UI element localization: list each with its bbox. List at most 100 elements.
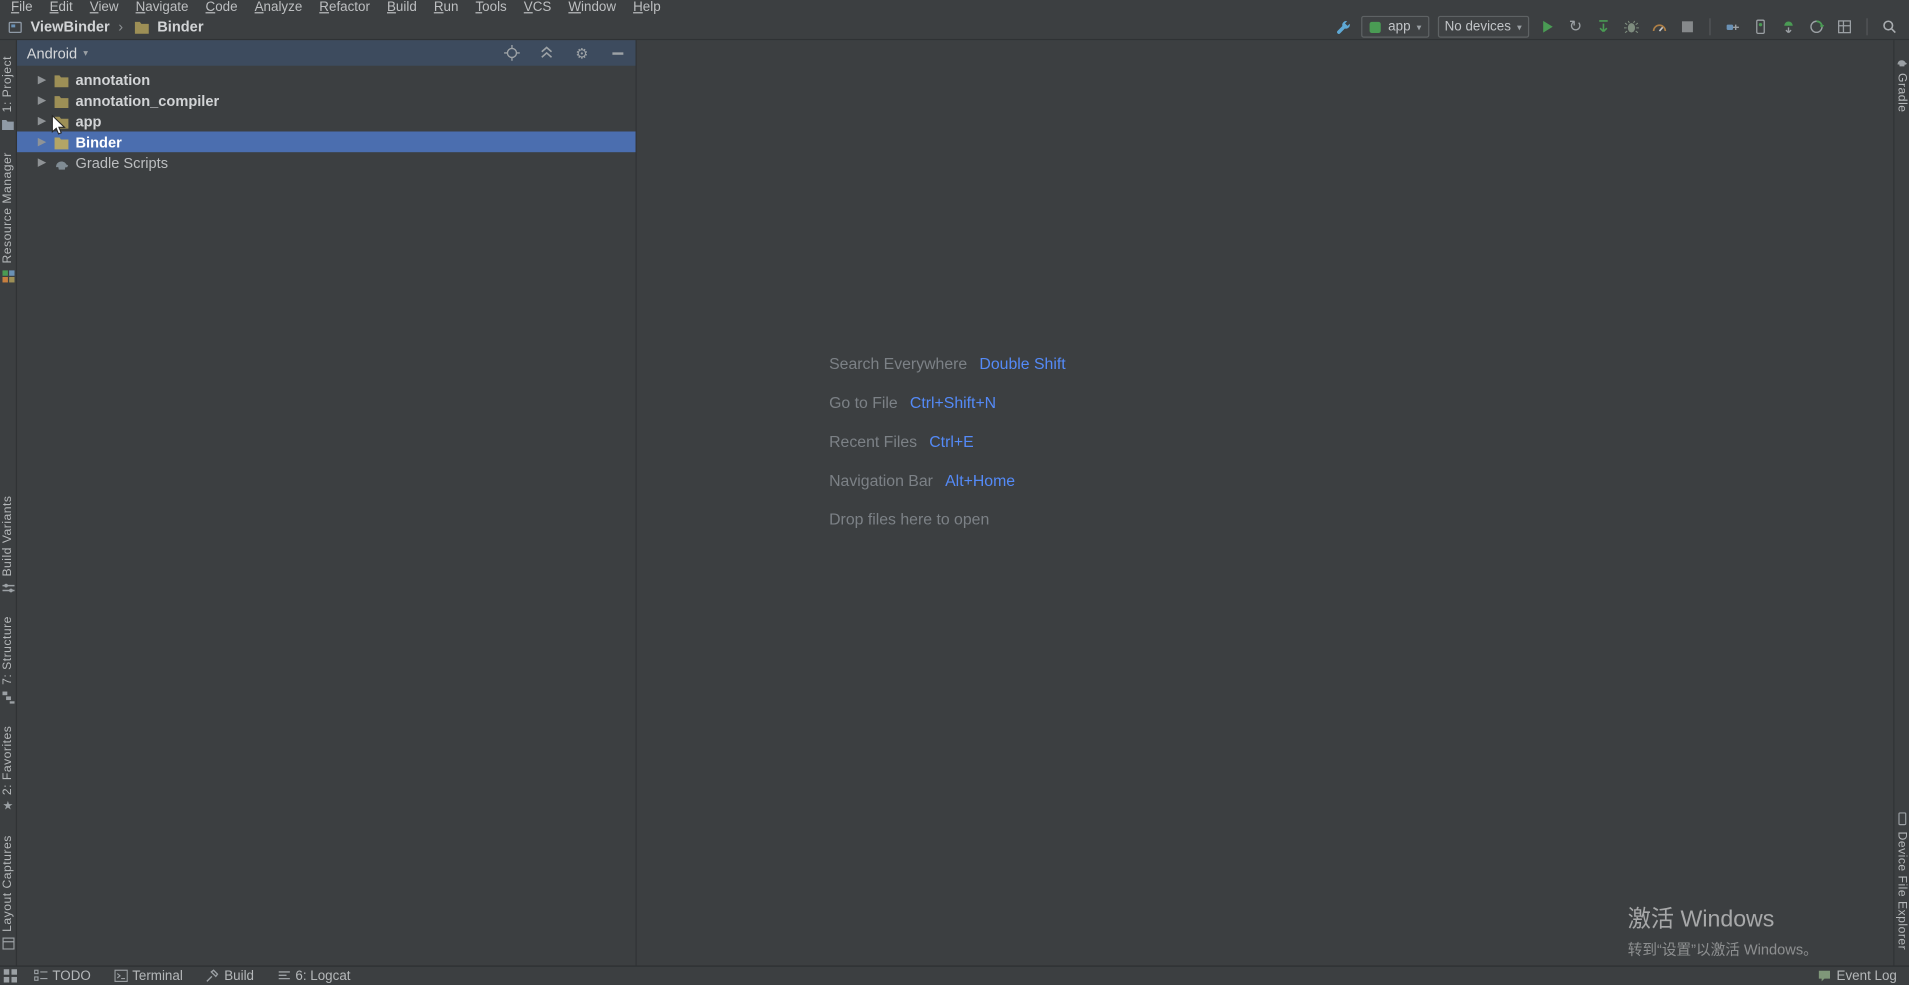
event-log-icon	[1818, 969, 1831, 982]
statusbar-label: Build	[224, 968, 255, 984]
logcat-icon	[277, 969, 290, 982]
menu-help[interactable]: Help	[625, 0, 670, 15]
menu-code[interactable]: Code	[197, 0, 246, 15]
menu-file[interactable]: File	[2, 0, 41, 15]
chevron-right-icon[interactable]: ▶	[37, 156, 48, 169]
menu-vcs[interactable]: VCS	[515, 0, 560, 15]
resource-manager-icon	[1, 269, 15, 283]
status-bar: TODO Terminal Build 6: Logcat Event Log	[0, 965, 1909, 984]
menu-view[interactable]: View	[81, 0, 127, 15]
profile-icon[interactable]	[1650, 17, 1669, 36]
wrench-icon[interactable]	[1333, 17, 1352, 36]
hint-shortcut: Double Shift	[979, 354, 1066, 373]
tree-row-annotation[interactable]: ▶ annotation	[17, 69, 635, 90]
gradle-elephant-icon	[1897, 60, 1907, 67]
gradle-sync-icon[interactable]	[1807, 17, 1826, 36]
layout-captures-icon	[1, 937, 15, 950]
rerun-icon[interactable]: ↻	[1566, 17, 1585, 36]
hide-panel-icon[interactable]	[609, 44, 626, 61]
tool-button-label: 2: Favorites	[1, 725, 15, 795]
attach-debugger-icon[interactable]	[1723, 17, 1742, 36]
tool-button-favorites[interactable]: 2: Favorites ★	[1, 725, 14, 813]
hint-search-everywhere: Search Everywhere Double Shift	[829, 354, 1066, 373]
tool-button-device-file-explorer[interactable]: Device File Explorer	[1895, 811, 1908, 950]
app-module-icon	[1369, 20, 1382, 33]
watermark-subtitle: 转到“设置”以激活 Windows。	[1627, 940, 1818, 958]
structure-icon	[1, 691, 15, 704]
tool-button-label: Gradle	[1895, 73, 1909, 113]
toolbar-actions: app ▾ No devices ▾ ↻	[1333, 15, 1899, 38]
statusbar-label: Event Log	[1836, 968, 1897, 984]
toolbar: ViewBinder › Binder app ▾ No devices ▾ ↻	[0, 15, 1909, 41]
hammer-icon	[206, 969, 219, 982]
locate-file-icon[interactable]	[503, 44, 520, 61]
tree-item-label: annotation	[75, 71, 151, 89]
sdk-manager-icon[interactable]	[1779, 17, 1798, 36]
project-panel-header: Android ▾ ⚙	[17, 40, 636, 66]
project-icon	[5, 17, 24, 36]
menu-run[interactable]: Run	[425, 0, 467, 15]
debug-icon[interactable]	[1622, 17, 1641, 36]
android-studio-window: File Edit View Navigate Code Analyze Ref…	[0, 0, 1909, 985]
run-config-dropdown[interactable]: app ▾	[1361, 15, 1429, 38]
tree-row-binder[interactable]: ▶ Binder	[17, 131, 636, 153]
statusbar-label: Terminal	[132, 968, 183, 984]
hint-shortcut: Ctrl+Shift+N	[909, 393, 997, 412]
statusbar-event-log[interactable]: Event Log	[1818, 968, 1897, 984]
menu-navigate[interactable]: Navigate	[127, 0, 197, 15]
chevron-right-icon[interactable]: ▶	[37, 94, 48, 107]
toolbar-separator	[1709, 18, 1711, 36]
tool-button-layout-captures[interactable]: Layout Captures	[1, 835, 15, 950]
tool-button-resource-manager[interactable]: Resource Manager	[1, 152, 15, 283]
statusbar-terminal[interactable]: Terminal	[113, 968, 183, 984]
hint-shortcut: Alt+Home	[945, 471, 1016, 490]
statusbar-build[interactable]: Build	[206, 968, 255, 984]
collapse-all-icon[interactable]	[538, 44, 555, 61]
hint-shortcut: Ctrl+E	[929, 432, 974, 451]
menu-window[interactable]: Window	[560, 0, 625, 15]
panel-header-icons: ⚙	[503, 44, 626, 61]
layout-inspector-icon[interactable]	[1835, 17, 1854, 36]
breadcrumb-project[interactable]: ViewBinder	[30, 18, 109, 35]
chevron-down-icon: ▾	[1516, 21, 1522, 33]
editor-empty-area: Search Everywhere Double Shift Go to File…	[636, 40, 1894, 966]
tool-window-switcher-icon[interactable]	[3, 969, 18, 983]
hint-recent-files: Recent Files Ctrl+E	[829, 432, 974, 451]
hint-navigation-bar: Navigation Bar Alt+Home	[829, 471, 1016, 490]
tree-row-annotation-compiler[interactable]: ▶ annotation_compiler	[17, 90, 635, 111]
statusbar-label: 6: Logcat	[295, 968, 351, 984]
menu-tools[interactable]: Tools	[467, 0, 515, 15]
device-selector-dropdown[interactable]: No devices ▾	[1437, 15, 1530, 38]
stop-icon[interactable]	[1678, 17, 1697, 36]
tree-row-app[interactable]: ▶ app	[17, 111, 635, 132]
project-view-selector[interactable]: Android ▾	[27, 44, 88, 61]
gear-icon[interactable]: ⚙	[573, 44, 590, 61]
menu-analyze[interactable]: Analyze	[246, 0, 311, 15]
statusbar-todo[interactable]: TODO	[34, 968, 91, 984]
statusbar-logcat[interactable]: 6: Logcat	[277, 968, 351, 984]
folder-icon	[54, 95, 69, 108]
toolbar-separator	[1866, 18, 1868, 36]
tree-row-gradle-scripts[interactable]: ▶ Gradle Scripts	[17, 152, 635, 173]
avd-manager-icon[interactable]	[1751, 17, 1770, 36]
tool-button-structure[interactable]: 7: Structure	[1, 616, 15, 704]
chevron-right-icon[interactable]: ▶	[37, 114, 48, 127]
apply-changes-icon[interactable]	[1594, 17, 1613, 36]
breadcrumb-module[interactable]: Binder	[157, 18, 203, 35]
folder-icon	[54, 74, 69, 87]
run-icon[interactable]	[1538, 17, 1557, 36]
tool-button-project[interactable]: 1: Project	[1, 56, 15, 131]
menu-build[interactable]: Build	[378, 0, 425, 15]
tool-button-label: 7: Structure	[1, 616, 15, 685]
tree-item-label: annotation_compiler	[75, 91, 220, 109]
hint-drop-files: Drop files here to open	[829, 510, 990, 529]
tool-button-build-variants[interactable]: Build Variants	[1, 495, 15, 594]
chevron-right-icon[interactable]: ▶	[37, 73, 48, 86]
menu-edit[interactable]: Edit	[41, 0, 81, 15]
menu-refactor[interactable]: Refactor	[311, 0, 379, 15]
chevron-right-icon[interactable]: ▶	[37, 135, 48, 148]
tool-button-gradle[interactable]: Gradle	[1895, 56, 1908, 113]
search-everywhere-icon[interactable]	[1880, 17, 1899, 36]
statusbar-label: TODO	[52, 968, 91, 984]
device-selector-label: No devices	[1444, 19, 1511, 35]
